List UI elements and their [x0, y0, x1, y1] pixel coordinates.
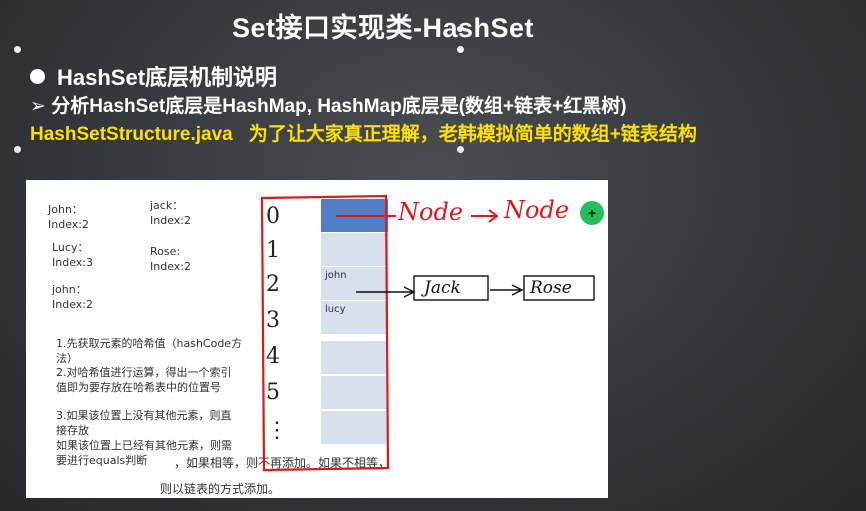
decor-dot [14, 46, 21, 53]
slide-title: Set接口实现类-HashSet [231, 13, 535, 43]
decor-dot [457, 46, 464, 53]
handwritten-rose: Rose [530, 278, 572, 298]
handwritten-jack: Jack [424, 278, 461, 298]
decor-dot [457, 146, 464, 153]
bullet-file-note: HashSetStructure.java 为了让大家真正理解，老韩模拟简单的数组… [30, 119, 697, 146]
handwritten-node: Node [398, 198, 464, 226]
add-icon[interactable]: + [580, 201, 604, 225]
decor-dot [457, 26, 463, 32]
handwritten-node: Node [504, 196, 570, 224]
file-note-text: 为了让大家真正理解，老韩模拟简单的数组+链表结构 [248, 124, 697, 145]
red-annotations [260, 194, 595, 472]
file-name: HashSetStructure.java [30, 124, 233, 145]
bullet-analysis: ➢ 分析HashSet底层是HashMap, HashMap底层是(数组+链表+… [30, 96, 627, 117]
bullet-hashset-mechanism: HashSet底层机制说明 [30, 60, 277, 92]
diagram-panel: John： Index:2 jack： Index:2 Lucy： Index:… [26, 180, 608, 498]
decor-dot [14, 146, 21, 153]
bullet-dot-icon [30, 69, 45, 84]
